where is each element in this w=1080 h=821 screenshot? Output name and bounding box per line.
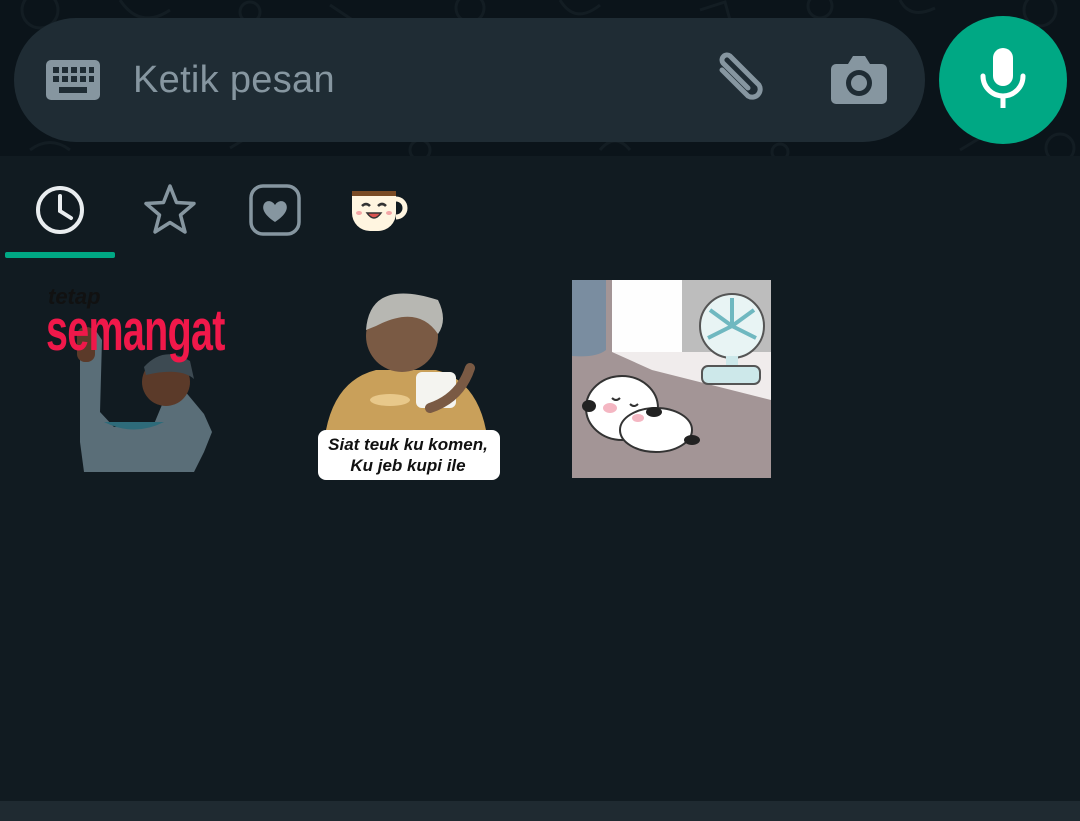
camera-icon[interactable] [830,54,888,106]
paperclip-icon[interactable] [708,52,770,108]
keyboard-icon[interactable] [46,60,100,100]
message-input[interactable]: Ketik pesan [133,56,335,104]
sticker-caption: Siat teuk ku komen, Ku jeb kupi ile [316,434,500,476]
sticker-tetap-semangat[interactable]: tetap semangat [44,282,240,478]
sticker-panel [0,156,1080,801]
microphone-button[interactable] [939,16,1067,144]
bottom-bar [0,801,1080,821]
clock-icon[interactable] [30,180,90,240]
sticker-caption-line1: Siat teuk ku komen, [328,435,488,454]
microphone-icon [980,48,1026,108]
tab-selected-indicator [5,252,115,258]
sticker-grandma-coffee[interactable]: Siat teuk ku komen, Ku jeb kupi ile [310,280,506,480]
sticker-caption-line2: Ku jeb kupi ile [350,456,466,475]
coffee-cup-sticker-icon[interactable] [348,185,412,235]
sticker-text-line2: semangat [46,298,225,363]
heart-icon[interactable] [245,180,305,240]
panda-fan-sticker-image [572,280,771,478]
sticker-panda-fan[interactable] [572,280,771,478]
star-icon[interactable] [140,180,200,240]
